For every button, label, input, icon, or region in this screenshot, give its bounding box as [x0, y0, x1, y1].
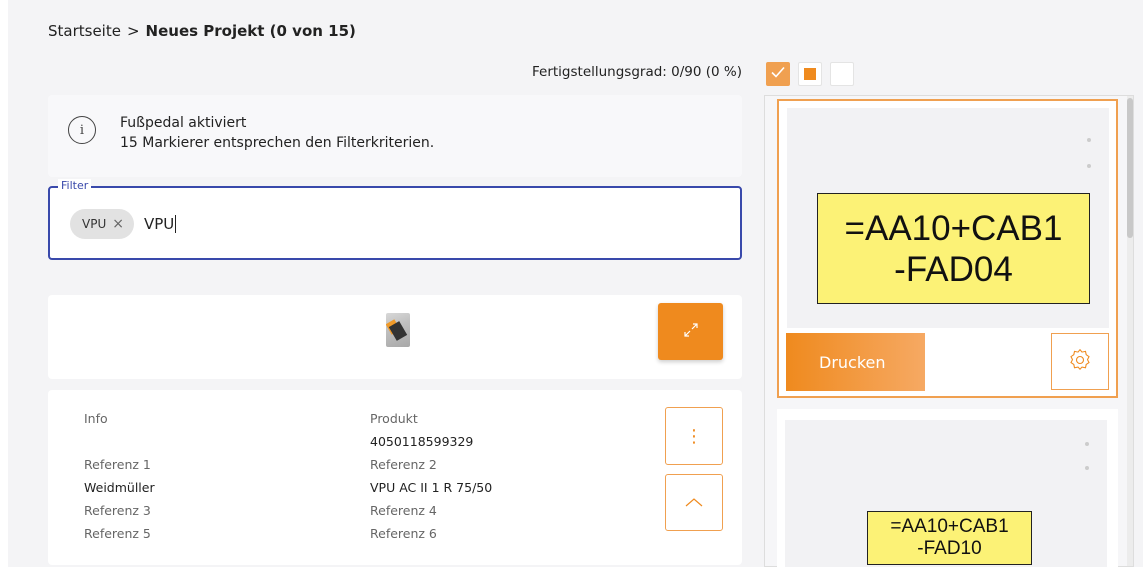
detail-label-ref6: Referenz 6 — [370, 526, 437, 541]
detail-value-ref1: Weidmüller — [84, 480, 155, 495]
detail-label-product: Produkt — [370, 411, 418, 426]
print-button[interactable]: Drucken — [786, 333, 925, 391]
breadcrumb-home[interactable]: Startseite — [48, 22, 121, 40]
detail-value-product: 4050118599329 — [370, 434, 474, 449]
dot-icon — [1085, 442, 1089, 446]
filter-chip-label: VPU — [82, 217, 107, 231]
details-card: Info Referenz 1 Weidmüller Referenz 3 Re… — [48, 390, 742, 565]
view-toggle-filled[interactable] — [798, 62, 822, 86]
scrollbar-thumb[interactable] — [1127, 98, 1133, 238]
product-media-card — [48, 295, 742, 379]
detail-label-info: Info — [84, 411, 108, 426]
progress-label: Fertigstellungsgrad: 0/90 (0 %) — [532, 64, 742, 80]
check-icon — [770, 64, 786, 84]
breadcrumb: Startseite > Neues Projekt (0 von 15) — [48, 22, 356, 40]
dot-icon — [1087, 138, 1091, 142]
info-banner: i Fußpedal aktiviert 15 Markierer entspr… — [48, 95, 742, 177]
filled-square-icon — [804, 68, 816, 80]
marker-label-line1: =AA10+CAB1 — [844, 208, 1063, 248]
product-image[interactable] — [386, 313, 410, 347]
info-message: 15 Markierer entsprechen den Filterkrite… — [120, 135, 435, 151]
expand-button[interactable] — [658, 303, 723, 360]
detail-label-ref2: Referenz 2 — [370, 457, 437, 472]
dot-icon — [1085, 466, 1089, 470]
filter-input-text[interactable]: VPU — [144, 215, 177, 233]
marker-label-line2: -FAD10 — [917, 538, 982, 559]
filter-chip[interactable]: VPU × — [70, 209, 134, 239]
more-options-button[interactable]: ⋮ — [665, 407, 723, 465]
breadcrumb-current: Neues Projekt (0 von 15) — [145, 22, 356, 40]
settings-button[interactable] — [1051, 333, 1109, 390]
collapse-button[interactable] — [665, 474, 723, 531]
expand-icon — [682, 321, 700, 343]
view-toggle-group — [766, 62, 854, 86]
marker-label: =AA10+CAB1 -FAD10 — [867, 511, 1032, 565]
marker-label: =AA10+CAB1 -FAD04 — [817, 193, 1090, 304]
more-vertical-icon: ⋮ — [685, 425, 703, 447]
filter-field[interactable]: Filter VPU × VPU — [48, 179, 742, 260]
detail-label-ref3: Referenz 3 — [84, 503, 151, 518]
view-toggle-empty[interactable] — [830, 62, 854, 86]
left-edge — [0, 0, 8, 567]
close-icon[interactable]: × — [112, 216, 124, 232]
info-icon: i — [68, 116, 96, 144]
view-toggle-check[interactable] — [766, 62, 790, 86]
detail-label-ref4: Referenz 4 — [370, 503, 437, 518]
breadcrumb-separator: > — [126, 22, 140, 40]
marker-label-line2: -FAD04 — [894, 249, 1013, 289]
dot-icon — [1087, 164, 1091, 168]
chevron-up-icon — [684, 493, 704, 512]
detail-label-ref5: Referenz 5 — [84, 526, 151, 541]
info-title: Fußpedal aktiviert — [120, 115, 247, 131]
preview-scrollbar[interactable] — [1127, 96, 1133, 566]
gear-icon — [1069, 348, 1091, 375]
marker-preview: =AA10+CAB1 -FAD04 — [787, 108, 1109, 328]
marker-card[interactable]: =AA10+CAB1 -FAD04 Drucken — [777, 99, 1118, 398]
marker-label-line1: =AA10+CAB1 — [890, 516, 1009, 537]
marker-card[interactable]: =AA10+CAB1 -FAD10 — [777, 409, 1118, 567]
filter-label: Filter — [58, 179, 92, 192]
detail-label-ref1: Referenz 1 — [84, 457, 151, 472]
marker-preview: =AA10+CAB1 -FAD10 — [785, 420, 1107, 567]
detail-value-ref2: VPU AC II 1 R 75/50 — [370, 480, 493, 495]
